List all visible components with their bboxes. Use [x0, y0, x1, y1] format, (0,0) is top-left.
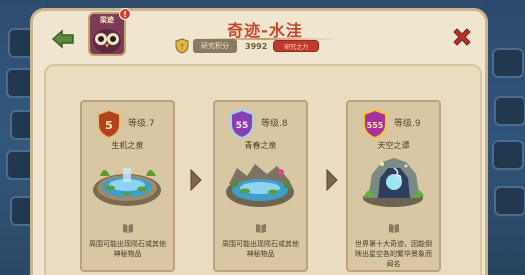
card-header: 55 等级.8 青春之泉 — [215, 102, 306, 150]
chevron-right-icon — [190, 168, 202, 192]
close-x-icon — [453, 28, 471, 46]
shield-level-icon: 5 — [96, 108, 122, 140]
svg-text:?: ? — [180, 43, 184, 51]
level-badge-text: 5 — [105, 119, 113, 132]
card-name: 生机之泉 — [111, 141, 144, 150]
card-header: 5 等级.7 生机之泉 — [82, 102, 173, 150]
book-icon — [389, 224, 399, 233]
card-name: 青春之泉 — [244, 141, 277, 150]
card-description: 周围可能出现陨石或其他神秘物品 — [222, 240, 299, 258]
wonder-card-3[interactable]: 555 等级.9 天空之谭 世界第十大奇迹，因能倒映出星空各的繁华景象而闻名 — [346, 100, 441, 272]
card-header: 555 等级.9 天空之谭 — [348, 102, 439, 150]
research-row: ? 研究积分 3992 研究之力 — [175, 38, 320, 54]
book-icon — [123, 224, 133, 233]
close-button[interactable] — [449, 24, 475, 50]
card-description: 周围可能出现陨石或其他神秘物品 — [89, 240, 166, 258]
research-label: 研究积分 — [193, 39, 237, 53]
spring-of-life-image — [93, 168, 161, 206]
spring-of-youth-image — [226, 164, 294, 207]
level-text: 等级.8 — [261, 119, 288, 129]
research-power-bar[interactable]: 研究之力 — [273, 40, 320, 52]
shield-level-icon: 55 — [229, 108, 255, 140]
chevron-right-icon — [326, 168, 338, 192]
card-name: 天空之谭 — [377, 141, 410, 150]
background-tile — [494, 186, 525, 216]
level-text: 等级.9 — [394, 119, 421, 129]
wonder-card-1[interactable]: 5 等级.7 生机之泉 周围可能出现陨石或其他神秘物品 — [80, 100, 175, 272]
owl-icon — [93, 29, 121, 53]
background-tile — [492, 140, 524, 170]
research-value: 3992 — [245, 41, 268, 51]
card-description: 世界第十大奇迹，因能倒映出星空各的繁华景象而闻名 — [355, 240, 432, 268]
notification-badge: ! — [119, 8, 131, 20]
sky-pool-image — [363, 158, 424, 207]
background-tile — [492, 48, 524, 78]
wonder-card-2[interactable]: 55 等级.8 青春之泉 周围可能出现陨石或其他神秘物品 — [213, 100, 308, 272]
level-badge-text: 55 — [236, 121, 249, 131]
shield-icon: ? — [175, 38, 189, 54]
back-button[interactable] — [50, 28, 76, 50]
background-right — [483, 0, 525, 275]
back-arrow-icon — [51, 29, 74, 49]
shield-level-icon: 555 — [362, 108, 388, 140]
book-icon — [256, 224, 266, 233]
level-text: 等级.7 — [128, 119, 155, 129]
background-tile — [494, 96, 525, 126]
level-badge-text: 555 — [367, 121, 384, 130]
